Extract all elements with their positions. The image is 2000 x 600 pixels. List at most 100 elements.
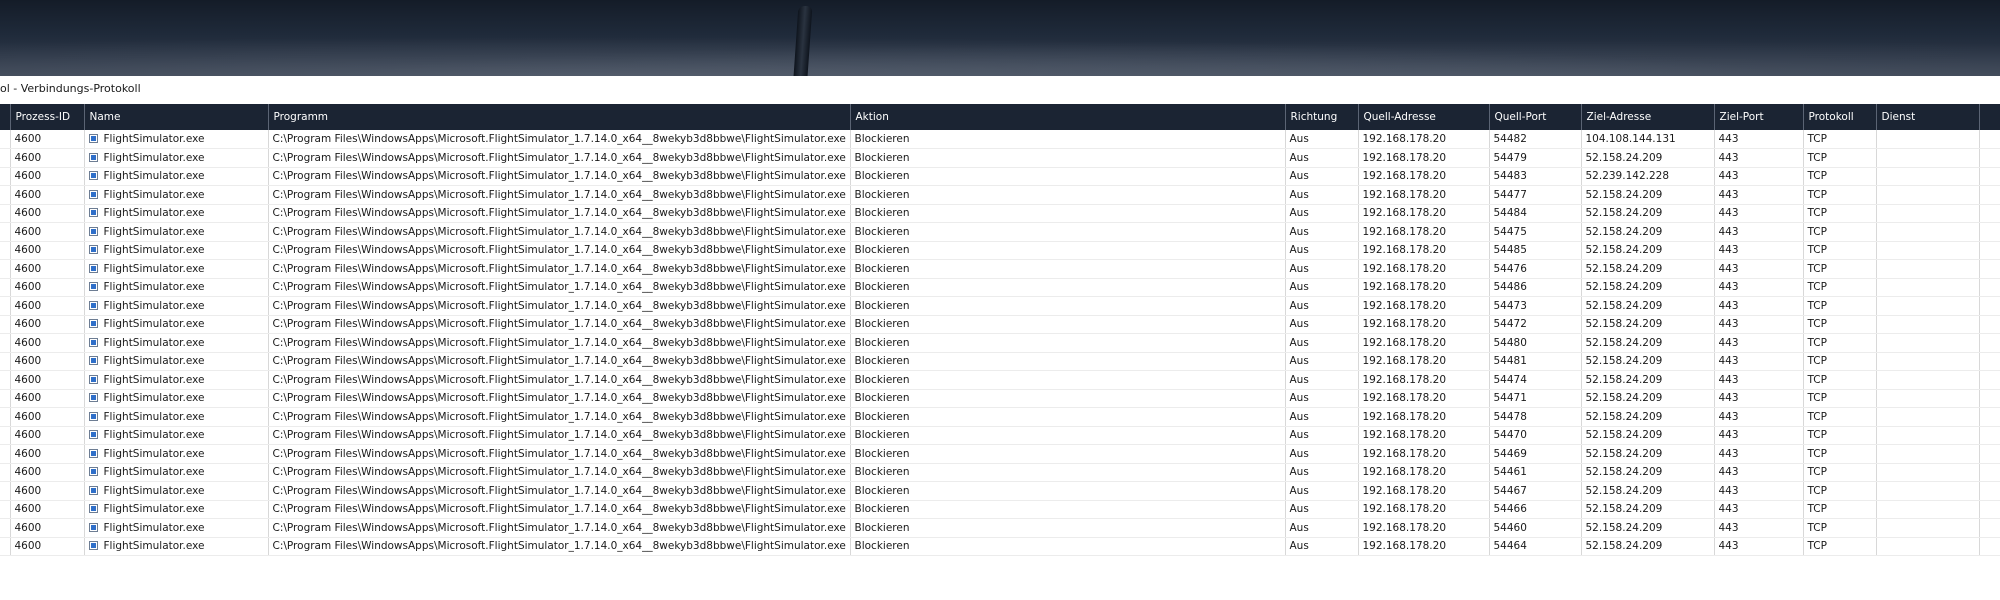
name-cell: FlightSimulator.exe — [84, 130, 269, 149]
column-header-name[interactable]: Name — [84, 104, 269, 130]
program-cell: C:\Program Files\WindowsApps\Microsoft.F… — [268, 426, 851, 445]
program-cell: C:\Program Files\WindowsApps\Microsoft.F… — [268, 389, 851, 408]
table-row[interactable]: 4600 FlightSimulator.exe C:\Program File… — [0, 500, 2000, 519]
row-filler-cell — [1979, 463, 2000, 482]
destination-port-cell: 443 — [1714, 278, 1804, 297]
column-header-direction[interactable]: Richtung — [1285, 104, 1359, 130]
destination-address-cell: 52.158.24.209 — [1581, 148, 1715, 168]
direction-cell: Aus — [1285, 333, 1359, 353]
window-titlebar[interactable]: ol - Verbindungs-Protokoll — [0, 76, 2000, 105]
name-text: FlightSimulator.exe — [103, 262, 205, 275]
application-icon — [88, 411, 98, 421]
protocol-cell: TCP — [1803, 463, 1877, 482]
table-row[interactable]: 4600 FlightSimulator.exe C:\Program File… — [0, 463, 2000, 482]
source-address-cell: 192.168.178.20 — [1358, 204, 1490, 223]
service-cell — [1876, 185, 1980, 205]
column-header-source-port[interactable]: Quell-Port — [1489, 104, 1582, 130]
application-icon — [88, 337, 98, 347]
service-cell — [1876, 333, 1980, 353]
row-gutter-cell — [0, 296, 11, 316]
direction-cell: Aus — [1285, 222, 1359, 242]
action-cell: Blockieren — [850, 500, 1286, 519]
process-id-cell: 4600 — [10, 370, 85, 390]
name-text: FlightSimulator.exe — [103, 207, 205, 220]
table-row[interactable]: 4600 FlightSimulator.exe C:\Program File… — [0, 407, 2000, 427]
row-filler-cell — [1979, 500, 2000, 519]
name-text: FlightSimulator.exe — [103, 503, 205, 516]
row-gutter-cell — [0, 426, 11, 445]
name-text: FlightSimulator.exe — [103, 484, 205, 497]
column-header-destination-port[interactable]: Ziel-Port — [1714, 104, 1804, 130]
table-row[interactable]: 4600 FlightSimulator.exe C:\Program File… — [0, 278, 2000, 297]
row-gutter-cell — [0, 463, 11, 482]
program-cell: C:\Program Files\WindowsApps\Microsoft.F… — [268, 130, 851, 149]
protocol-cell: TCP — [1803, 167, 1877, 186]
table-row[interactable]: 4600 FlightSimulator.exe C:\Program File… — [0, 259, 2000, 279]
protocol-cell: TCP — [1803, 296, 1877, 316]
direction-cell: Aus — [1285, 278, 1359, 297]
protocol-cell: TCP — [1803, 444, 1877, 464]
protocol-cell: TCP — [1803, 148, 1877, 168]
table-row[interactable]: 4600 FlightSimulator.exe C:\Program File… — [0, 167, 2000, 186]
destination-port-cell: 443 — [1714, 241, 1804, 260]
source-address-cell: 192.168.178.20 — [1358, 389, 1490, 408]
name-text: FlightSimulator.exe — [103, 429, 205, 442]
program-cell: C:\Program Files\WindowsApps\Microsoft.F… — [268, 222, 851, 242]
action-cell: Blockieren — [850, 407, 1286, 427]
column-header-source-address[interactable]: Quell-Adresse — [1358, 104, 1490, 130]
table-row[interactable]: 4600 FlightSimulator.exe C:\Program File… — [0, 241, 2000, 260]
process-id-cell: 4600 — [10, 278, 85, 297]
table-row[interactable]: 4600 FlightSimulator.exe C:\Program File… — [0, 389, 2000, 408]
action-cell: Blockieren — [850, 333, 1286, 353]
source-port-cell: 54486 — [1489, 278, 1582, 297]
table-row[interactable]: 4600 FlightSimulator.exe C:\Program File… — [0, 204, 2000, 223]
table-row[interactable]: 4600 FlightSimulator.exe C:\Program File… — [0, 444, 2000, 464]
column-header-process-id[interactable]: Prozess-ID — [10, 104, 85, 130]
service-cell — [1876, 130, 1980, 149]
name-text: FlightSimulator.exe — [103, 188, 205, 201]
table-row[interactable]: 4600 FlightSimulator.exe C:\Program File… — [0, 315, 2000, 334]
row-filler-cell — [1979, 222, 2000, 242]
source-port-cell: 54482 — [1489, 130, 1582, 149]
source-address-cell: 192.168.178.20 — [1358, 259, 1490, 279]
name-text: FlightSimulator.exe — [103, 466, 205, 479]
action-cell: Blockieren — [850, 426, 1286, 445]
name-cell: FlightSimulator.exe — [84, 296, 269, 316]
table-row[interactable]: 4600 FlightSimulator.exe C:\Program File… — [0, 370, 2000, 390]
table-row[interactable]: 4600 FlightSimulator.exe C:\Program File… — [0, 296, 2000, 316]
name-cell: FlightSimulator.exe — [84, 481, 269, 501]
column-header-service[interactable]: Dienst — [1876, 104, 1980, 130]
name-cell: FlightSimulator.exe — [84, 389, 269, 408]
table-row[interactable]: 4600 FlightSimulator.exe C:\Program File… — [0, 426, 2000, 445]
row-gutter-cell — [0, 167, 11, 186]
name-text: FlightSimulator.exe — [103, 299, 205, 312]
row-gutter-cell — [0, 537, 11, 556]
row-gutter-cell — [0, 389, 11, 408]
destination-port-cell: 443 — [1714, 130, 1804, 149]
table-row[interactable]: 4600 FlightSimulator.exe C:\Program File… — [0, 130, 2000, 149]
application-icon — [88, 300, 98, 310]
process-id-cell: 4600 — [10, 426, 85, 445]
action-cell: Blockieren — [850, 148, 1286, 168]
source-address-cell: 192.168.178.20 — [1358, 537, 1490, 556]
table-row[interactable]: 4600 FlightSimulator.exe C:\Program File… — [0, 333, 2000, 353]
table-row[interactable]: 4600 FlightSimulator.exe C:\Program File… — [0, 518, 2000, 538]
action-cell: Blockieren — [850, 296, 1286, 316]
column-header-blank[interactable] — [0, 104, 11, 130]
table-row[interactable]: 4600 FlightSimulator.exe C:\Program File… — [0, 537, 2000, 556]
table-row[interactable]: 4600 FlightSimulator.exe C:\Program File… — [0, 222, 2000, 242]
table-row[interactable]: 4600 FlightSimulator.exe C:\Program File… — [0, 481, 2000, 501]
column-header-program[interactable]: Programm — [268, 104, 851, 130]
process-id-cell: 4600 — [10, 481, 85, 501]
column-header-protocol[interactable]: Protokoll — [1803, 104, 1877, 130]
table-row[interactable]: 4600 FlightSimulator.exe C:\Program File… — [0, 185, 2000, 205]
column-header-action[interactable]: Aktion — [850, 104, 1286, 130]
source-address-cell: 192.168.178.20 — [1358, 241, 1490, 260]
table-row[interactable]: 4600 FlightSimulator.exe C:\Program File… — [0, 352, 2000, 371]
destination-address-cell: 52.158.24.209 — [1581, 333, 1715, 353]
table-row[interactable]: 4600 FlightSimulator.exe C:\Program File… — [0, 148, 2000, 168]
column-header-destination-address[interactable]: Ziel-Adresse — [1581, 104, 1715, 130]
direction-cell: Aus — [1285, 148, 1359, 168]
direction-cell: Aus — [1285, 167, 1359, 186]
row-gutter-cell — [0, 204, 11, 223]
